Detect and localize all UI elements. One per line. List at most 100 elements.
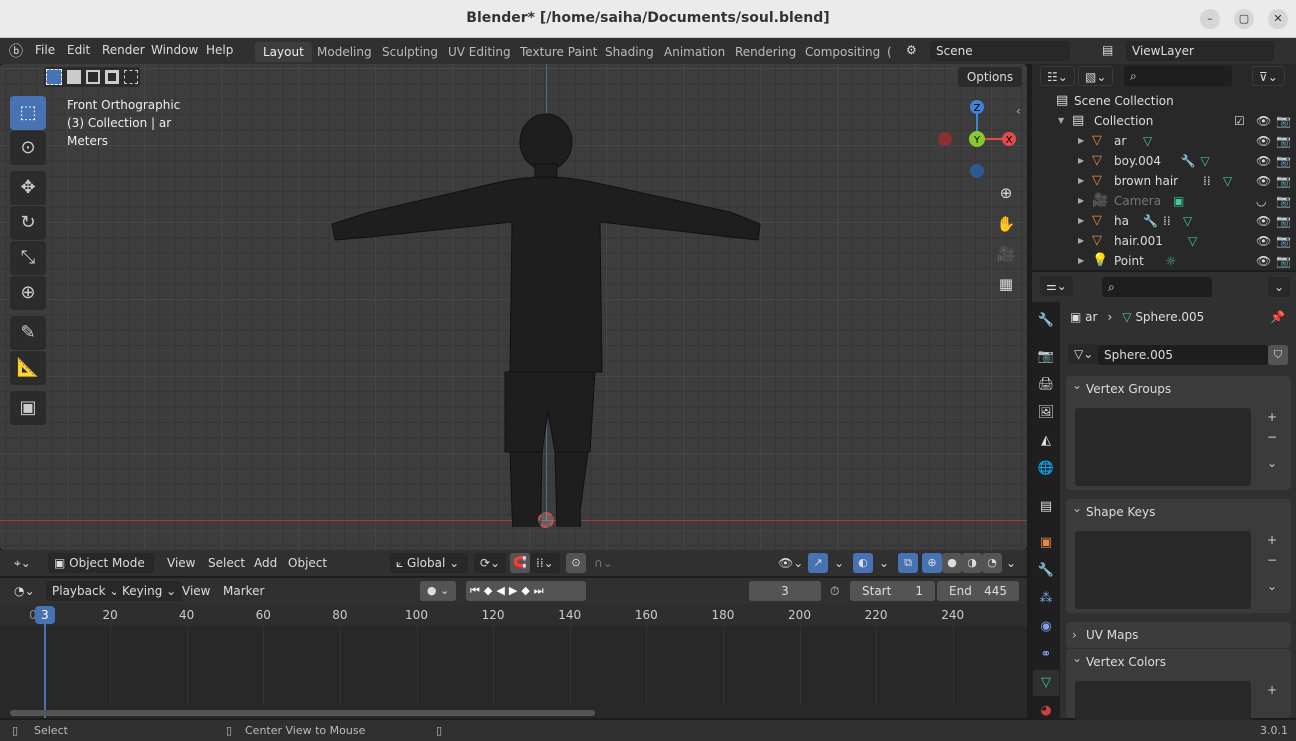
tab-layout[interactable]: Layout bbox=[255, 42, 312, 62]
move-tool[interactable]: ✥ bbox=[10, 171, 46, 205]
menu-file[interactable]: File bbox=[35, 43, 55, 57]
outliner-collection[interactable]: ▼ ▤ Collection ☑ 👁 📷 bbox=[1032, 111, 1296, 131]
outliner-item[interactable]: ▶ 🎥 Camera ▣ ◡ 📷 bbox=[1032, 191, 1296, 211]
constraints-tab-icon[interactable]: ⚭ bbox=[1033, 642, 1059, 668]
select-extend-icon[interactable] bbox=[67, 70, 81, 84]
menu-window[interactable]: Window bbox=[151, 43, 198, 57]
expand-arrow-icon[interactable]: ▶ bbox=[1078, 171, 1084, 191]
collection-tab-icon[interactable]: ▤ bbox=[1033, 494, 1059, 520]
remove-vertex-group-button[interactable]: − bbox=[1262, 428, 1282, 446]
overlays-dropdown[interactable]: ⌄ bbox=[873, 553, 895, 573]
mesh-data-icon[interactable]: ▽ bbox=[1143, 131, 1152, 151]
mesh-data-icon[interactable]: ▽ bbox=[1201, 151, 1210, 171]
timeline-menu-marker[interactable]: Marker bbox=[223, 584, 264, 598]
select-invert-icon[interactable] bbox=[105, 70, 119, 84]
options-dropdown[interactable]: Options bbox=[958, 67, 1022, 87]
menu-edit[interactable]: Edit bbox=[67, 43, 90, 57]
pivot-dropdown[interactable]: ⟳⌄ bbox=[474, 553, 507, 573]
camera-view-icon[interactable]: 🎥 bbox=[992, 240, 1020, 268]
menu-select[interactable]: Select bbox=[208, 556, 245, 570]
vertex-colors-header[interactable]: Vertex Colors bbox=[1066, 645, 1291, 675]
zoom-icon[interactable]: ⊕ bbox=[992, 179, 1020, 207]
falloff-dropdown[interactable]: ∩⌄ bbox=[588, 553, 619, 573]
navigation-gizmo[interactable]: Z X Y bbox=[935, 97, 1020, 182]
world-tab-icon[interactable]: 🌐 bbox=[1033, 456, 1059, 482]
outliner-item[interactable]: ▶ ▽ hair.001 ▽ 👁 📷 bbox=[1032, 231, 1296, 251]
expand-arrow-icon[interactable]: ▼ bbox=[1058, 111, 1064, 131]
scene-field[interactable]: Scene bbox=[930, 41, 1070, 61]
snap-toggle-icon[interactable]: 🧲 bbox=[510, 553, 530, 573]
scene-tab-icon[interactable]: ◭ bbox=[1033, 428, 1059, 454]
tab-uv-editing[interactable]: UV Editing bbox=[440, 42, 519, 62]
end-frame-field[interactable]: End 445 bbox=[937, 581, 1019, 601]
particles-icon[interactable]: ⁞⁞ bbox=[1203, 171, 1211, 191]
tab-animation[interactable]: Animation bbox=[656, 42, 733, 62]
playback-dropdown[interactable]: Playback ⌄ bbox=[46, 581, 126, 601]
jump-start-icon[interactable]: ⏮ bbox=[470, 584, 484, 597]
minimize-button[interactable]: – bbox=[1200, 9, 1220, 29]
eye-icon[interactable]: 👁 bbox=[1256, 131, 1271, 151]
expand-arrow-icon[interactable]: ▶ bbox=[1078, 211, 1084, 231]
annotate-tool[interactable]: ✎ bbox=[10, 316, 46, 350]
shape-keys-header[interactable]: Shape Keys bbox=[1066, 495, 1291, 525]
select-intersect-icon[interactable] bbox=[124, 70, 138, 84]
eye-icon[interactable]: 👁 bbox=[1256, 211, 1271, 231]
maximize-button[interactable]: ▢ bbox=[1234, 9, 1254, 29]
transform-tool[interactable]: ⊕ bbox=[10, 276, 46, 310]
3d-viewport[interactable]: ⬚ ⊙ ✥ ↻ ⤡ ⊕ ✎ 📐 ▣ Front Orthographic (3)… bbox=[0, 64, 1027, 550]
render-tab-icon[interactable]: 📷 bbox=[1033, 344, 1059, 370]
expand-arrow-icon[interactable]: ▶ bbox=[1078, 251, 1084, 271]
expand-arrow-icon[interactable]: ▶ bbox=[1078, 191, 1084, 211]
mesh-data-icon[interactable]: ▽ bbox=[1183, 211, 1192, 231]
fake-user-shield-icon[interactable]: ⛉ bbox=[1268, 345, 1288, 365]
render-camera-icon[interactable]: 📷 bbox=[1276, 111, 1291, 131]
timeline-editor[interactable]: ◔⌄ Playback ⌄ Keying ⌄ View Marker ● ⌄ ⏮… bbox=[0, 578, 1027, 718]
add-cube-tool[interactable]: ▣ bbox=[10, 391, 46, 425]
tab-rendering[interactable]: Rendering bbox=[727, 42, 804, 62]
select-subtract-icon[interactable] bbox=[86, 70, 100, 84]
view-layer-field[interactable]: ViewLayer bbox=[1126, 41, 1274, 61]
eye-icon[interactable]: 👁 bbox=[1256, 171, 1271, 191]
start-frame-field[interactable]: Start 1 bbox=[850, 581, 935, 601]
rendered-shading-icon[interactable]: ◔ bbox=[982, 553, 1002, 573]
eye-closed-icon[interactable]: ◡ bbox=[1256, 191, 1266, 211]
outliner-search-input[interactable]: ⌕ bbox=[1124, 66, 1232, 86]
view-layer-icon[interactable]: ▤ bbox=[1102, 43, 1113, 57]
expand-arrow-icon[interactable]: ▶ bbox=[1078, 151, 1084, 171]
eye-icon[interactable]: 👁 bbox=[1256, 251, 1271, 271]
playhead-line[interactable] bbox=[44, 624, 46, 718]
tab-shading[interactable]: Shading bbox=[597, 42, 662, 62]
light-data-icon[interactable]: ☼ bbox=[1166, 251, 1177, 271]
proportional-edit-icon[interactable]: ⊙ bbox=[566, 553, 586, 573]
particles-tab-icon[interactable]: ⁂ bbox=[1033, 586, 1059, 612]
menu-help[interactable]: Help bbox=[206, 43, 233, 57]
vertex-groups-list[interactable] bbox=[1075, 408, 1251, 486]
camera-data-icon[interactable]: ▣ bbox=[1173, 191, 1184, 211]
overlays-toggle-icon[interactable]: ◐ bbox=[853, 553, 873, 573]
tab-modeling[interactable]: Modeling bbox=[309, 42, 380, 62]
properties-options-dropdown[interactable]: ⌄ bbox=[1268, 277, 1291, 297]
physics-tab-icon[interactable]: ◉ bbox=[1033, 614, 1059, 640]
menu-add[interactable]: Add bbox=[254, 556, 277, 570]
output-tab-icon[interactable]: 🖨 bbox=[1033, 372, 1059, 398]
material-shading-icon[interactable]: ◑ bbox=[962, 553, 982, 573]
tab-sculpting[interactable]: Sculpting bbox=[374, 42, 446, 62]
eye-icon[interactable]: 👁 bbox=[1256, 151, 1271, 171]
vertex-colors-list[interactable] bbox=[1075, 681, 1251, 721]
close-button[interactable]: ✕ bbox=[1268, 9, 1288, 29]
pan-hand-icon[interactable]: ✋ bbox=[992, 210, 1020, 238]
scale-tool[interactable]: ⤡ bbox=[10, 241, 46, 275]
modifier-tab-icon[interactable]: 🔧 bbox=[1033, 558, 1059, 584]
next-keyframe-icon[interactable]: ◆ bbox=[521, 584, 533, 597]
add-vertex-color-button[interactable]: + bbox=[1262, 681, 1282, 699]
outliner-item[interactable]: ▶ ▽ ha 🔧 ⁞⁞ ▽ 👁 📷 bbox=[1032, 211, 1296, 231]
mode-dropdown[interactable]: ▣ Object Mode ⌄ bbox=[48, 553, 154, 590]
remove-shape-key-button[interactable]: − bbox=[1262, 551, 1282, 569]
expand-arrow-icon[interactable]: ▶ bbox=[1078, 131, 1084, 151]
render-camera-icon[interactable]: 📷 bbox=[1276, 171, 1291, 191]
prev-keyframe-icon[interactable]: ◆ bbox=[484, 584, 496, 597]
grid-ortho-icon[interactable]: ▦ bbox=[992, 270, 1020, 298]
orientation-dropdown[interactable]: ⟀ Global ⌄ bbox=[390, 553, 468, 573]
timeline-menu-view[interactable]: View bbox=[182, 584, 210, 598]
properties-editor-type-icon[interactable]: ⚌⌄ bbox=[1040, 276, 1073, 296]
